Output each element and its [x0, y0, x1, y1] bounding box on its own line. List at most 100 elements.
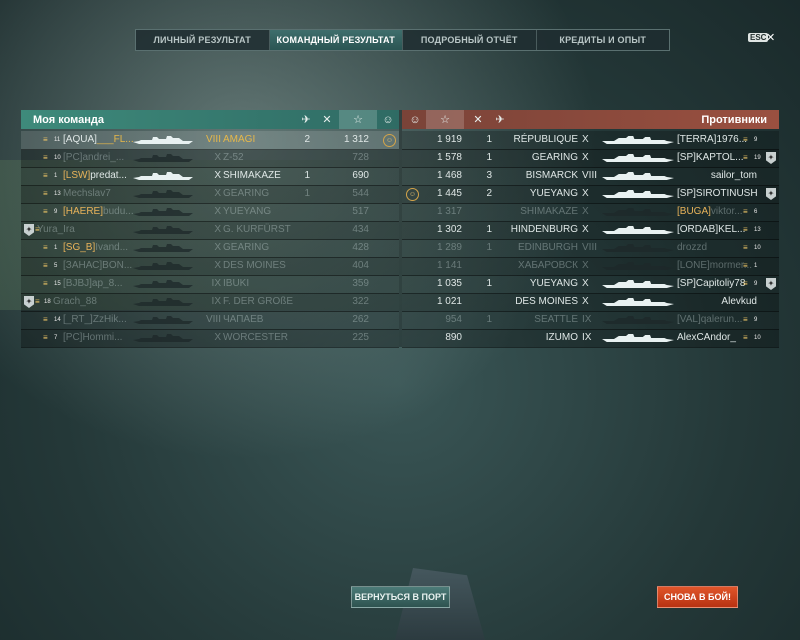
ship-silhouette: [133, 244, 193, 252]
player-row[interactable]: 1 317 SHIMAKAZE X [BUGA]viktor... ≡ 6: [402, 203, 779, 222]
player-nick: ZzHik...: [92, 314, 127, 325]
base-xp-value: 262: [352, 314, 369, 325]
player-row[interactable]: ≡ 13 Mechslav7 X GEARING 1 544: [21, 185, 399, 204]
player-nick: KEL...: [718, 224, 746, 235]
player-row[interactable]: ≡ 15 [BJBJ]ap_8... IX IBUKI 359: [21, 275, 399, 294]
player-row[interactable]: ≡ 7 [PC]Hommi... X WORCESTER 225: [21, 329, 399, 348]
player-row[interactable]: 954 1 SEATTLE IX [VAL]qalerun... ≡ 9: [402, 311, 779, 330]
tab-personal-result[interactable]: ЛИЧНЫЙ РЕЗУЛЬТАТ: [136, 30, 270, 50]
ship-name: Z-52: [223, 152, 244, 163]
player-row[interactable]: ≡ 14 [_RT_]ZzHik... VIII ЧАПАЕВ 262: [21, 311, 399, 330]
base-xp-value: 434: [352, 224, 369, 235]
clan-tag: [SP]: [677, 278, 696, 289]
rank-number: 9: [754, 317, 758, 323]
player-row[interactable]: 1 468 3 BISMARCK VIII sailor_tom: [402, 167, 779, 186]
clan-tag: [BJBJ]: [63, 278, 92, 289]
ships-destroyed-count: [301, 275, 310, 293]
player-row[interactable]: 1 021 DES MOINES X Alevkud: [402, 293, 779, 312]
base-xp-value: 428: [352, 242, 369, 253]
rank-number: 18: [44, 299, 51, 305]
ship-silhouette: [602, 298, 674, 306]
ship-tier: VIII: [205, 314, 221, 325]
player-nick: AlexCAndor_: [677, 332, 736, 343]
player-row[interactable]: 1 289 1 EDINBURGH VIII drozzd ≡ 10: [402, 239, 779, 258]
tab-team-result[interactable]: КОМАНДНЫЙ РЕЗУЛЬТАТ: [269, 30, 403, 50]
ships-destroyed-count: [301, 221, 310, 239]
ship-silhouette: [602, 244, 674, 252]
ships-destroyed-count: 1: [486, 134, 492, 145]
player-nick: sailor_tom: [710, 170, 757, 181]
tab-detailed-report[interactable]: ПОДРОБНЫЙ ОТЧЁТ: [403, 30, 537, 50]
ship-name: IZUMO: [545, 332, 578, 343]
ship-silhouette: [602, 226, 674, 234]
player-name: Alevkud: [677, 293, 757, 311]
player-row[interactable]: ≡ 1 [LSW]predat... X SHIMAKAZE 1 690: [21, 167, 399, 186]
rank-number: 10: [754, 335, 761, 341]
division-badge-icon: ✦: [24, 224, 34, 236]
player-row[interactable]: 1 919 1 RÉPUBLIQUE X [TERRA]1976... ≡ 9: [402, 131, 779, 150]
ship-silhouette: [602, 262, 674, 270]
enemy-team-header: ☺ ☆ ✕ ✈ Противники: [402, 110, 779, 129]
rank-number: 1: [54, 245, 58, 251]
ship-silhouette: [133, 154, 193, 162]
player-nick: ___FL...: [96, 134, 133, 145]
base-xp-value: 322: [352, 296, 369, 307]
ship-silhouette: [133, 172, 193, 180]
player-row[interactable]: ≡ 11 [AQUA]___FL... VIII AMAGI 2 1 312 ☺: [21, 131, 399, 150]
player-row[interactable]: ☺1 4452YUEYANGX[SP]SIROTINUSHK...✦: [402, 185, 779, 204]
player-row[interactable]: ✦ ≡ Yura_Ira X G. KURFÜRST 434: [21, 221, 399, 240]
ships-destroyed-count: [301, 293, 310, 311]
player-name: [BJBJ]ap_8...: [63, 275, 133, 293]
player-name: [LONE]mormer...: [677, 257, 763, 275]
player-row[interactable]: 1 035 1 YUEYANG X [SP]Capitoliy78 ≡ 9 ✦: [402, 275, 779, 294]
player-row[interactable]: ≡ 10 [PC]andrei_... X Z-52 728: [21, 149, 399, 168]
ship-name: YUEYANG: [223, 206, 272, 217]
player-name: [AQUA]___FL...: [63, 131, 133, 149]
ship-name: RÉPUBLIQUE: [513, 134, 578, 145]
ship-name: YUEYANG: [529, 188, 578, 199]
player-name: Mechslav7: [63, 185, 133, 203]
player-nick: Grach_88: [53, 296, 97, 307]
ship-silhouette: [133, 208, 193, 216]
ship-name: ХАБАРОВСК: [518, 260, 578, 271]
player-name: [PC]Hommi...: [63, 329, 133, 347]
player-name: [VAL]qalerun...: [677, 311, 763, 329]
close-icon[interactable]: ✕: [766, 31, 775, 44]
rank-number: 1: [54, 173, 58, 179]
ships-destroyed-count: 1: [486, 314, 492, 325]
base-xp-value: 359: [352, 278, 369, 289]
player-row[interactable]: ≡ 9 [HAERE]budu... X YUEYANG 517: [21, 203, 399, 222]
player-nick: Alevkud: [721, 296, 757, 307]
rank-number: 6: [754, 209, 758, 215]
ship-name: BISMARCK: [525, 170, 578, 181]
player-row[interactable]: 1 578 1 GEARING X [SP]KAPTOL... ≡ 19 ✦: [402, 149, 779, 168]
player-name: [HAERE]budu...: [63, 203, 133, 221]
clan-tag: [TERRA]: [677, 134, 717, 145]
battle-again-button[interactable]: СНОВА В БОЙ!: [657, 586, 738, 608]
player-row[interactable]: 890 IZUMO IX AlexCAndor_ ≡ 10: [402, 329, 779, 348]
player-name: [PC]andrei_...: [63, 149, 133, 167]
base-xp-value: 890: [445, 332, 462, 343]
return-to-port-button[interactable]: ВЕРНУТЬСЯ В ПОРТ: [351, 586, 450, 608]
rank-chevron-icon: ≡: [43, 135, 48, 144]
rank-number: 11: [54, 137, 61, 143]
base-xp-value: 1 445: [436, 188, 462, 199]
player-row[interactable]: ✦ ≡ 18 Grach_88 IX F. DER GROßE 322: [21, 293, 399, 312]
ship-silhouette: [602, 208, 674, 216]
base-xp-star-icon: ☆: [426, 110, 464, 129]
player-nick: Mechslav7: [63, 188, 111, 199]
player-row[interactable]: ≡ 5 [ЗАНАС]BON... X DES MOINES 404: [21, 257, 399, 276]
medal-icon: ☺: [382, 113, 394, 126]
ships-destroyed-count: [301, 203, 310, 221]
player-row[interactable]: ≡ 1 [SG_B]Ivand... X GEARING 428: [21, 239, 399, 258]
player-nick: Yura_Ira: [37, 224, 75, 235]
tab-credits-xp[interactable]: КРЕДИТЫ И ОПЫТ: [537, 30, 670, 50]
rank-number: 7: [54, 335, 58, 341]
ship-name: SEATTLE: [534, 314, 578, 325]
ship-silhouette: [602, 190, 674, 198]
player-row[interactable]: 1 302 1 HINDENBURG X [ORDAB]KEL... ≡ 13: [402, 221, 779, 240]
player-row[interactable]: 1 141 ХАБАРОВСК X [LONE]mormer... ≡ 1: [402, 257, 779, 276]
player-name: Grach_88: [53, 293, 133, 311]
player-nick: viktor...: [710, 206, 743, 217]
clan-tag: [VAL]: [677, 314, 701, 325]
